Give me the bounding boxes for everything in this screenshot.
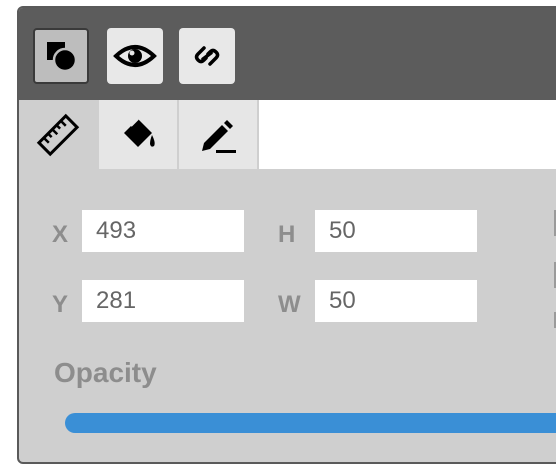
h-label: H bbox=[278, 221, 296, 248]
opacity-label: Opacity bbox=[54, 357, 157, 388]
pen-icon bbox=[202, 119, 236, 153]
property-tabs bbox=[19, 100, 556, 169]
eye-icon bbox=[113, 45, 157, 67]
w-input[interactable]: 50 bbox=[315, 280, 477, 322]
tab-geometry[interactable] bbox=[19, 100, 99, 169]
y-label: Y bbox=[52, 291, 69, 318]
link-icon bbox=[194, 46, 220, 66]
tab-fill[interactable] bbox=[99, 100, 179, 169]
h-input[interactable]: 50 bbox=[315, 210, 477, 252]
panel-toolbar bbox=[19, 8, 556, 100]
link-tool-button[interactable] bbox=[179, 28, 235, 84]
w-label: W bbox=[278, 291, 301, 318]
x-input[interactable]: 493 bbox=[82, 210, 244, 252]
x-label: X bbox=[52, 221, 69, 248]
shapes-icon bbox=[47, 42, 78, 73]
tab-stroke[interactable] bbox=[179, 100, 259, 169]
properties-panel: X 493 H 50 Y 281 W 50 Opacity bbox=[17, 6, 556, 464]
y-input[interactable]: 281 bbox=[82, 280, 244, 322]
paint-bucket-icon bbox=[124, 117, 155, 147]
opacity-slider[interactable] bbox=[65, 413, 556, 433]
ruler-icon bbox=[36, 113, 80, 156]
visibility-tool-button[interactable] bbox=[107, 28, 163, 84]
shapes-tool-button[interactable] bbox=[33, 28, 89, 84]
